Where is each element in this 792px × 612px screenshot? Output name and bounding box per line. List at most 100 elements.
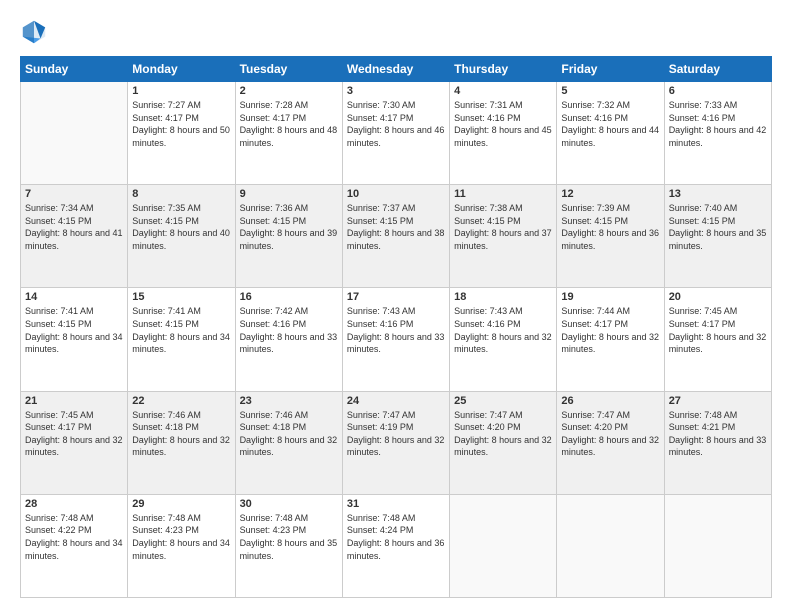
day-number: 5 [561,85,659,97]
day-info: Sunrise: 7:45 AMSunset: 4:17 PMDaylight:… [669,305,767,355]
weekday-header-tuesday: Tuesday [235,57,342,82]
day-info: Sunrise: 7:47 AMSunset: 4:20 PMDaylight:… [454,409,552,459]
day-info: Sunrise: 7:27 AMSunset: 4:17 PMDaylight:… [132,99,230,149]
day-info: Sunrise: 7:48 AMSunset: 4:21 PMDaylight:… [669,409,767,459]
weekday-header-thursday: Thursday [450,57,557,82]
calendar-cell: 9 Sunrise: 7:36 AMSunset: 4:15 PMDaylight… [235,185,342,288]
day-number: 9 [240,188,338,200]
day-number: 15 [132,291,230,303]
day-info: Sunrise: 7:48 AMSunset: 4:22 PMDaylight:… [25,512,123,562]
calendar-cell: 11 Sunrise: 7:38 AMSunset: 4:15 PMDayligh… [450,185,557,288]
day-info: Sunrise: 7:45 AMSunset: 4:17 PMDaylight:… [25,409,123,459]
day-info: Sunrise: 7:31 AMSunset: 4:16 PMDaylight:… [454,99,552,149]
calendar-cell: 6 Sunrise: 7:33 AMSunset: 4:16 PMDaylight… [664,82,771,185]
calendar-cell: 28 Sunrise: 7:48 AMSunset: 4:22 PMDayligh… [21,494,128,597]
day-number: 16 [240,291,338,303]
calendar-cell: 8 Sunrise: 7:35 AMSunset: 4:15 PMDaylight… [128,185,235,288]
day-info: Sunrise: 7:39 AMSunset: 4:15 PMDaylight:… [561,202,659,252]
calendar-cell: 13 Sunrise: 7:40 AMSunset: 4:15 PMDayligh… [664,185,771,288]
day-info: Sunrise: 7:28 AMSunset: 4:17 PMDaylight:… [240,99,338,149]
day-number: 14 [25,291,123,303]
day-info: Sunrise: 7:30 AMSunset: 4:17 PMDaylight:… [347,99,445,149]
day-number: 28 [25,498,123,510]
day-number: 30 [240,498,338,510]
day-info: Sunrise: 7:35 AMSunset: 4:15 PMDaylight:… [132,202,230,252]
calendar-week-row: 21 Sunrise: 7:45 AMSunset: 4:17 PMDayligh… [21,391,772,494]
day-info: Sunrise: 7:47 AMSunset: 4:20 PMDaylight:… [561,409,659,459]
calendar-cell: 1 Sunrise: 7:27 AMSunset: 4:17 PMDaylight… [128,82,235,185]
day-info: Sunrise: 7:37 AMSunset: 4:15 PMDaylight:… [347,202,445,252]
day-number: 7 [25,188,123,200]
day-info: Sunrise: 7:42 AMSunset: 4:16 PMDaylight:… [240,305,338,355]
day-number: 3 [347,85,445,97]
calendar-table: SundayMondayTuesdayWednesdayThursdayFrid… [20,56,772,598]
day-number: 17 [347,291,445,303]
day-number: 1 [132,85,230,97]
calendar-week-row: 1 Sunrise: 7:27 AMSunset: 4:17 PMDaylight… [21,82,772,185]
day-number: 6 [669,85,767,97]
calendar-cell [450,494,557,597]
calendar-cell: 19 Sunrise: 7:44 AMSunset: 4:17 PMDayligh… [557,288,664,391]
day-info: Sunrise: 7:48 AMSunset: 4:24 PMDaylight:… [347,512,445,562]
calendar-cell: 23 Sunrise: 7:46 AMSunset: 4:18 PMDayligh… [235,391,342,494]
day-number: 11 [454,188,552,200]
calendar-week-row: 28 Sunrise: 7:48 AMSunset: 4:22 PMDayligh… [21,494,772,597]
day-number: 29 [132,498,230,510]
logo [20,18,52,46]
day-number: 12 [561,188,659,200]
day-info: Sunrise: 7:43 AMSunset: 4:16 PMDaylight:… [454,305,552,355]
day-info: Sunrise: 7:41 AMSunset: 4:15 PMDaylight:… [132,305,230,355]
calendar-cell: 24 Sunrise: 7:47 AMSunset: 4:19 PMDayligh… [342,391,449,494]
day-info: Sunrise: 7:38 AMSunset: 4:15 PMDaylight:… [454,202,552,252]
day-number: 19 [561,291,659,303]
calendar-cell: 12 Sunrise: 7:39 AMSunset: 4:15 PMDayligh… [557,185,664,288]
day-info: Sunrise: 7:32 AMSunset: 4:16 PMDaylight:… [561,99,659,149]
weekday-header-sunday: Sunday [21,57,128,82]
calendar-cell: 7 Sunrise: 7:34 AMSunset: 4:15 PMDaylight… [21,185,128,288]
day-number: 23 [240,395,338,407]
calendar-cell: 20Sunrise: 7:45 AMSunset: 4:17 PMDayligh… [664,288,771,391]
calendar-cell: 4 Sunrise: 7:31 AMSunset: 4:16 PMDaylight… [450,82,557,185]
calendar-week-row: 7 Sunrise: 7:34 AMSunset: 4:15 PMDaylight… [21,185,772,288]
day-number: 13 [669,188,767,200]
weekday-header-row: SundayMondayTuesdayWednesdayThursdayFrid… [21,57,772,82]
weekday-header-friday: Friday [557,57,664,82]
day-info: Sunrise: 7:40 AMSunset: 4:15 PMDaylight:… [669,202,767,252]
weekday-header-saturday: Saturday [664,57,771,82]
day-info: Sunrise: 7:48 AMSunset: 4:23 PMDaylight:… [132,512,230,562]
day-info: Sunrise: 7:34 AMSunset: 4:15 PMDaylight:… [25,202,123,252]
calendar-cell: 2 Sunrise: 7:28 AMSunset: 4:17 PMDaylight… [235,82,342,185]
calendar-cell: 30Sunrise: 7:48 AMSunset: 4:23 PMDayligh… [235,494,342,597]
calendar-cell: 10 Sunrise: 7:37 AMSunset: 4:15 PMDayligh… [342,185,449,288]
day-number: 8 [132,188,230,200]
day-info: Sunrise: 7:36 AMSunset: 4:15 PMDaylight:… [240,202,338,252]
calendar-cell [664,494,771,597]
day-info: Sunrise: 7:46 AMSunset: 4:18 PMDaylight:… [240,409,338,459]
day-number: 24 [347,395,445,407]
calendar-cell: 15 Sunrise: 7:41 AMSunset: 4:15 PMDayligh… [128,288,235,391]
calendar-cell: 27 Sunrise: 7:48 AMSunset: 4:21 PMDayligh… [664,391,771,494]
day-number: 18 [454,291,552,303]
day-info: Sunrise: 7:44 AMSunset: 4:17 PMDaylight:… [561,305,659,355]
day-info: Sunrise: 7:47 AMSunset: 4:19 PMDaylight:… [347,409,445,459]
page: SundayMondayTuesdayWednesdayThursdayFrid… [0,0,792,612]
calendar-cell: 5 Sunrise: 7:32 AMSunset: 4:16 PMDaylight… [557,82,664,185]
day-number: 21 [25,395,123,407]
day-number: 10 [347,188,445,200]
day-info: Sunrise: 7:33 AMSunset: 4:16 PMDaylight:… [669,99,767,149]
calendar-cell: 21 Sunrise: 7:45 AMSunset: 4:17 PMDayligh… [21,391,128,494]
day-number: 22 [132,395,230,407]
calendar-cell: 29 Sunrise: 7:48 AMSunset: 4:23 PMDayligh… [128,494,235,597]
day-number: 27 [669,395,767,407]
calendar-cell [557,494,664,597]
calendar-cell [21,82,128,185]
logo-icon [20,18,48,46]
calendar-cell: 16 Sunrise: 7:42 AMSunset: 4:16 PMDayligh… [235,288,342,391]
calendar-cell: 14Sunrise: 7:41 AMSunset: 4:15 PMDayligh… [21,288,128,391]
day-info: Sunrise: 7:43 AMSunset: 4:16 PMDaylight:… [347,305,445,355]
day-number: 4 [454,85,552,97]
weekday-header-wednesday: Wednesday [342,57,449,82]
calendar-cell: 25Sunrise: 7:47 AMSunset: 4:20 PMDayligh… [450,391,557,494]
day-number: 2 [240,85,338,97]
day-info: Sunrise: 7:46 AMSunset: 4:18 PMDaylight:… [132,409,230,459]
